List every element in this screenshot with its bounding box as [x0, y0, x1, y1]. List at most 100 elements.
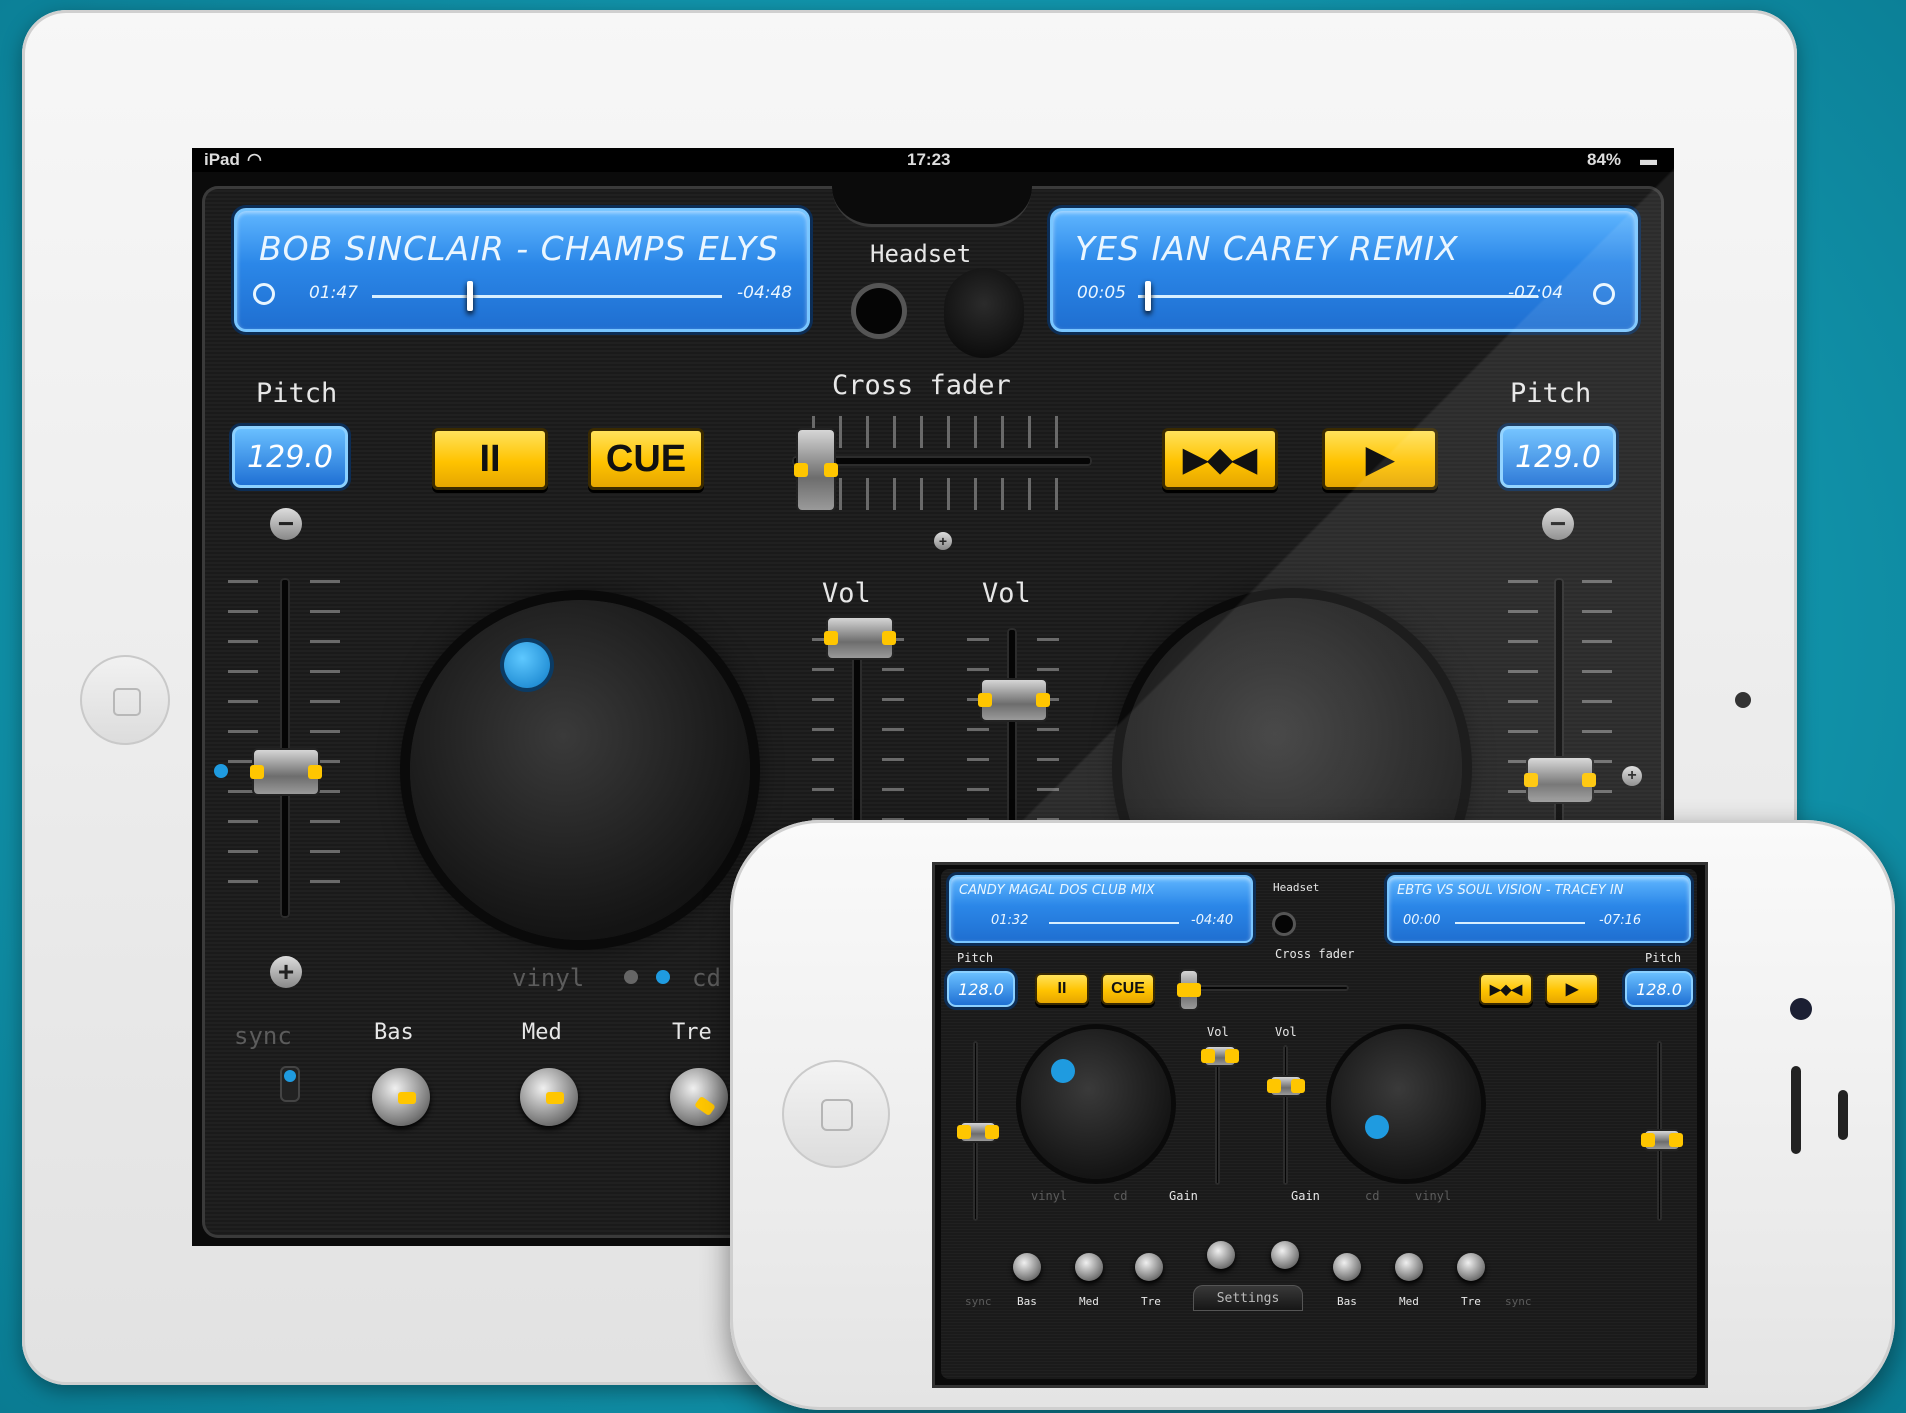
sync-toggle[interactable] [280, 1066, 300, 1102]
iphone-sensor [1838, 1090, 1848, 1140]
ipad-home-button[interactable] [80, 655, 170, 745]
phone-deck-b-progress[interactable] [1455, 922, 1585, 924]
deck-a-display[interactable]: BOB SINCLAIR - CHAMPS ELYSEES (J 01:47 -… [234, 208, 810, 332]
phone-vol-a-handle[interactable] [1201, 1045, 1239, 1067]
cd-mode-dot[interactable] [656, 970, 670, 984]
phone-gain-a-label: Gain [1169, 1189, 1198, 1203]
crossfader-center-icon[interactable]: + [934, 532, 952, 550]
cue-bowtie-icon: ▶◆◀ [1183, 441, 1257, 477]
phone-headphone-jack-icon [1275, 915, 1293, 933]
deck-b-pitch-slider-handle[interactable] [1524, 756, 1596, 804]
eq-treble-label: Tre [672, 1020, 712, 1045]
phone-deck-a-mid-label: Med [1079, 1295, 1099, 1308]
phone-vol-b-handle[interactable] [1267, 1075, 1305, 1097]
deck-b-remaining: -07:04 [1508, 283, 1564, 303]
phone-deck-b-track-title: EBTG VS SOUL VISION - TRACEY IN [1397, 883, 1624, 898]
phone-cue-button[interactable]: CUE [1101, 973, 1155, 1005]
phone-deck-a-treble-knob[interactable] [1135, 1253, 1163, 1281]
phone-deck-a-pitch-display[interactable]: 128.0 [947, 971, 1015, 1007]
deck-a-pitch-slider-handle[interactable] [250, 748, 322, 796]
phone-gain-b-knob[interactable] [1271, 1241, 1299, 1269]
vinyl-mode-dot[interactable] [624, 970, 638, 984]
deck-a-eject-icon[interactable] [253, 283, 275, 305]
phone-deck-b-vinyl-label: vinyl [1415, 1189, 1452, 1203]
iphone-home-button[interactable] [782, 1060, 890, 1168]
crossfader-handle[interactable] [794, 428, 838, 512]
deck-a-pitch-label: Pitch [256, 378, 338, 409]
iphone-screen: CANDY MAGAL DOS CLUB MIX 01:32 -04:40 EB… [932, 862, 1708, 1388]
deck-a-pitch-minus-icon[interactable]: − [270, 508, 302, 540]
phone-deck-a-bass-knob[interactable] [1013, 1253, 1041, 1281]
phone-play-button[interactable]: ▶ [1545, 973, 1599, 1005]
phone-deck-b-pitch-handle[interactable] [1641, 1129, 1683, 1151]
eq-mid-knob[interactable] [520, 1068, 578, 1126]
deck-b-display[interactable]: YES IAN CAREY REMIX 00:05 -07:04 [1050, 208, 1638, 332]
iphone-speaker [1791, 1066, 1801, 1154]
phone-play-icon: ▶ [1565, 981, 1579, 998]
phone-deck-b-display[interactable]: EBTG VS SOUL VISION - TRACEY IN 00:00 -0… [1387, 875, 1691, 943]
deck-a-progress-track[interactable] [372, 295, 722, 298]
sync-label: sync [234, 1022, 292, 1050]
phone-deck-b-pitch-display[interactable]: 128.0 [1625, 971, 1693, 1007]
deck-b-pitch-center-icon[interactable]: + [1622, 766, 1642, 786]
phone-deck-b-jog-wheel[interactable] [1331, 1029, 1481, 1179]
phone-deck-a-progress[interactable] [1049, 922, 1179, 924]
deck-a-cue-button[interactable]: CUE [588, 428, 704, 490]
vol-a-handle[interactable] [824, 616, 896, 660]
phone-gain-a-knob[interactable] [1207, 1241, 1235, 1269]
phone-pause-button[interactable]: II [1035, 973, 1089, 1005]
phone-deck-b-mid-knob[interactable] [1395, 1253, 1423, 1281]
phone-deck-b-remaining: -07:16 [1599, 913, 1642, 928]
phone-crossfader-track[interactable] [1179, 985, 1349, 991]
crossfader-ticks-bottom [812, 478, 1082, 510]
deck-b-progress-track[interactable] [1138, 295, 1538, 298]
deck-a-track-title: BOB SINCLAIR - CHAMPS ELYSEES (J [259, 229, 779, 268]
eq-bass-knob[interactable] [372, 1068, 430, 1126]
status-time: 17:23 [907, 150, 951, 169]
deck-a-jog-wheel[interactable] [410, 600, 750, 940]
deck-a-pause-button[interactable]: II [432, 428, 548, 490]
phone-crossfader-handle[interactable] [1177, 969, 1201, 1011]
phone-deck-a-jog-wheel[interactable] [1021, 1029, 1171, 1179]
phone-deck-b-pitch-label: Pitch [1645, 951, 1682, 965]
phone-deck-b-cue-button[interactable]: ▶◆◀ [1479, 973, 1533, 1005]
iphone-camera [1790, 998, 1812, 1020]
phone-deck-a-jog-marker [1051, 1059, 1075, 1083]
phone-vol-a-label: Vol [1207, 1025, 1229, 1039]
deck-a-pitch-ticks-left [228, 580, 258, 910]
phone-deck-a-display[interactable]: CANDY MAGAL DOS CLUB MIX 01:32 -04:40 [949, 875, 1253, 943]
deck-b-track-title: YES IAN CAREY REMIX [1075, 229, 1459, 268]
phone-deck-a-pitch-label: Pitch [957, 951, 994, 965]
eq-mid-label: Med [522, 1020, 562, 1045]
crossfader-label: Cross fader [832, 370, 1011, 401]
carrier-label: iPad [204, 150, 240, 169]
vinyl-label: vinyl [512, 964, 585, 992]
eq-mid-indicator [546, 1092, 564, 1104]
phone-vol-b-track[interactable] [1283, 1045, 1288, 1185]
deck-b-cue-button[interactable]: ▶◆◀ [1162, 428, 1278, 490]
eq-treble-knob[interactable] [670, 1068, 728, 1126]
deck-b-pitch-minus-icon[interactable]: − [1542, 508, 1574, 540]
phone-deck-a-treble-label: Tre [1141, 1295, 1161, 1308]
phone-crossfader-label: Cross fader [1275, 947, 1355, 961]
deck-b-play-button[interactable]: ▶ [1322, 428, 1438, 490]
deck-a-pitch-display[interactable]: 129.0 [232, 426, 348, 488]
deck-a-remaining: -04:48 [737, 283, 793, 303]
vol-a-label: Vol [822, 578, 871, 609]
phone-deck-a-elapsed: 01:32 [991, 913, 1029, 928]
phone-deck-b-bass-knob[interactable] [1333, 1253, 1361, 1281]
phone-deck-a-pitch-handle[interactable] [957, 1121, 999, 1143]
deck-a-progress-handle[interactable] [467, 281, 473, 311]
deck-a-pitch-plus-icon[interactable]: + [270, 956, 302, 988]
phone-deck-a-remaining: -04:40 [1191, 913, 1234, 928]
deck-b-eject-icon[interactable] [1593, 283, 1615, 305]
phone-deck-a-mid-knob[interactable] [1075, 1253, 1103, 1281]
deck-b-progress-handle[interactable] [1145, 281, 1151, 311]
iphone-device: CANDY MAGAL DOS CLUB MIX 01:32 -04:40 EB… [730, 820, 1895, 1410]
deck-b-pitch-display[interactable]: 129.0 [1500, 426, 1616, 488]
phone-settings-button[interactable]: Settings [1193, 1285, 1303, 1311]
phone-deck-b-treble-knob[interactable] [1457, 1253, 1485, 1281]
vol-b-handle[interactable] [978, 678, 1050, 722]
crossfader-ticks-top [812, 416, 1082, 448]
phone-deck-b-cd-label: cd [1365, 1189, 1380, 1203]
